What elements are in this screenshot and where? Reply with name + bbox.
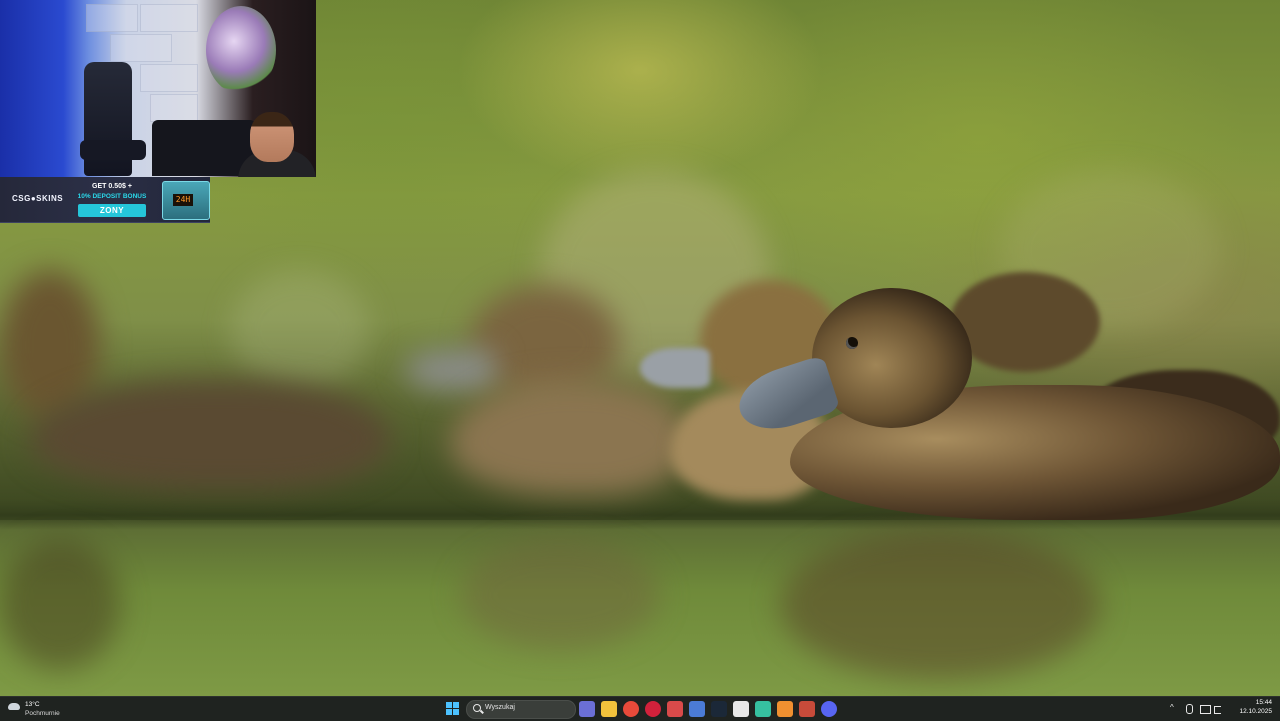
app-icon-10[interactable] xyxy=(777,701,793,717)
app-icon-6[interactable] xyxy=(689,701,705,717)
teams-icon[interactable] xyxy=(579,701,595,717)
clock-time[interactable]: 15:44 xyxy=(1256,699,1272,706)
plant xyxy=(206,6,276,94)
windows-start-button[interactable] xyxy=(446,702,460,716)
sponsor-banner[interactable]: CSG●SKINS GET 0.50$ + 10% DEPOSIT BONUS … xyxy=(0,177,210,223)
chevron-up-icon[interactable]: ^ xyxy=(1170,703,1174,713)
taskbar: 13°C Pochmurnie Wyszukaj ^ 15:44 12.10.2… xyxy=(0,696,1280,721)
weather-condition: Pochmurnie xyxy=(25,710,60,717)
case-box-icon: 24H xyxy=(162,181,210,220)
system-tray: ^ 15:44 12.10.2025 xyxy=(1170,697,1280,721)
cloud-icon xyxy=(8,703,20,710)
banner-offer: GET 0.50$ + xyxy=(92,183,132,190)
sponsor-logo: CSG●SKINS xyxy=(12,194,64,203)
app-icon-9[interactable] xyxy=(755,701,771,717)
search-input[interactable]: Wyszukaj xyxy=(466,700,576,719)
opera-icon[interactable] xyxy=(645,701,661,717)
file-explorer-icon[interactable] xyxy=(601,701,617,717)
discord-icon[interactable] xyxy=(821,701,837,717)
clock-date[interactable]: 12.10.2025 xyxy=(1239,708,1272,715)
volume-icon[interactable] xyxy=(1214,706,1221,714)
search-placeholder: Wyszukaj xyxy=(485,704,515,711)
weather-temperature: 13°C xyxy=(25,701,40,708)
microphone-icon[interactable] xyxy=(1186,704,1193,714)
app-icon-8[interactable] xyxy=(733,701,749,717)
banner-bonus: 10% DEPOSIT BONUS xyxy=(77,193,147,200)
webcam-overlay xyxy=(0,0,316,177)
steam-icon[interactable] xyxy=(711,701,727,717)
app-icon-5[interactable] xyxy=(667,701,683,717)
network-icon[interactable] xyxy=(1200,705,1211,714)
promo-code-badge: ZONY xyxy=(78,204,146,217)
search-icon xyxy=(473,704,481,712)
chrome-icon[interactable] xyxy=(623,701,639,717)
app-icon-11[interactable] xyxy=(799,701,815,717)
